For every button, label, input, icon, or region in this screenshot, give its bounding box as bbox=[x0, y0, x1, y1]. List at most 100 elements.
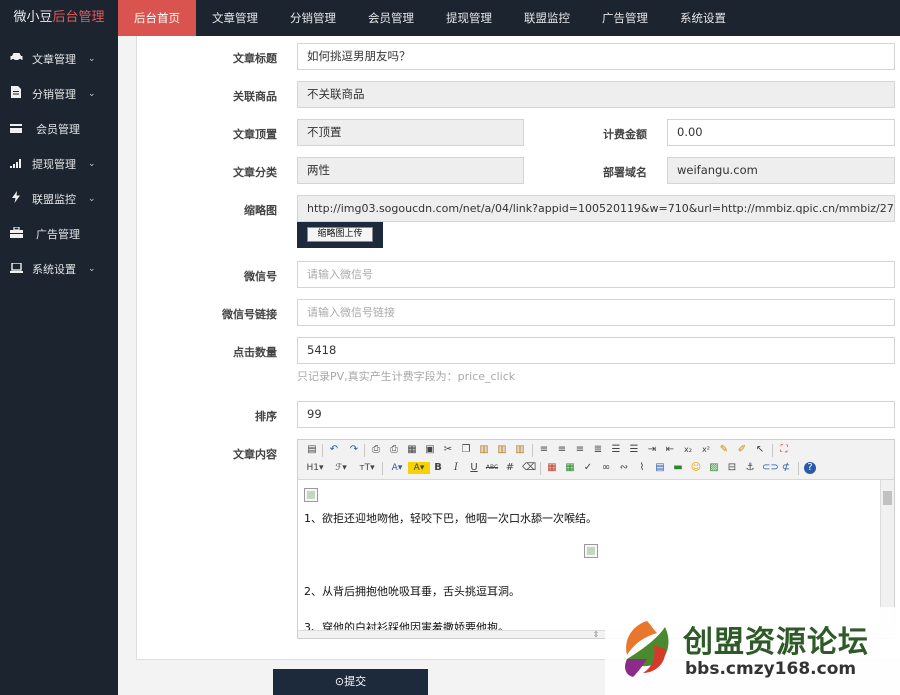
source-icon[interactable]: ▤ bbox=[306, 444, 318, 456]
scrollbar-thumb[interactable] bbox=[883, 491, 892, 505]
numbered-list-icon[interactable]: ☰ bbox=[610, 444, 622, 456]
attachment-icon[interactable]: ⌇ bbox=[636, 462, 648, 474]
bullet-list-icon[interactable]: ☰ bbox=[628, 444, 640, 456]
unlink-chain-icon[interactable]: ⊄ bbox=[780, 462, 792, 474]
chevron-down-icon: ⌄ bbox=[88, 264, 96, 274]
title-input[interactable]: 如何挑逗男朋友吗？ bbox=[297, 43, 895, 70]
thumb-upload-area: 缩略图上传 bbox=[297, 222, 383, 248]
topnav-withdraw[interactable]: 提现管理 bbox=[430, 0, 508, 36]
highlight-color-icon[interactable]: A▾ bbox=[408, 462, 430, 474]
topnav-distribution[interactable]: 分销管理 bbox=[274, 0, 352, 36]
signal-bars-icon bbox=[9, 147, 23, 182]
sidebar-item-distribution[interactable]: 分销管理 ⌄ bbox=[0, 77, 118, 112]
format-painter-icon[interactable]: ✐ bbox=[736, 444, 748, 456]
eraser-icon[interactable]: ⌫ bbox=[522, 462, 536, 474]
align-center-icon[interactable]: ≡ bbox=[556, 444, 568, 456]
topnav-home[interactable]: 后台首页 bbox=[118, 0, 196, 36]
wechat-link-input[interactable]: 请输入微信号链接 bbox=[297, 299, 895, 326]
paste-word-icon[interactable]: ▥ bbox=[514, 444, 526, 456]
link-icon[interactable]: ∞ bbox=[600, 462, 612, 474]
clicks-input[interactable]: 5418 bbox=[297, 337, 895, 364]
sort-input[interactable]: 99 bbox=[297, 401, 895, 428]
watermark: 创盟资源论坛 bbs.cmzy168.com bbox=[605, 607, 900, 695]
font-color-text: A bbox=[391, 463, 398, 473]
underline-icon[interactable]: U bbox=[468, 462, 480, 474]
fee-input[interactable]: 0.00 bbox=[667, 119, 895, 146]
wechat-input[interactable]: 请输入微信号 bbox=[297, 261, 895, 288]
sidebar-item-ads[interactable]: 广告管理 bbox=[0, 217, 118, 252]
sidebar-item-settings[interactable]: 系统设置 ⌄ bbox=[0, 252, 118, 287]
sidebar-item-label: 联盟监控 bbox=[32, 193, 76, 206]
topnav-ads[interactable]: 广告管理 bbox=[586, 0, 664, 36]
category-select[interactable]: 两性 bbox=[297, 157, 524, 184]
font-family-text: ℱ bbox=[335, 463, 343, 473]
undo-icon[interactable]: ↶ bbox=[328, 444, 340, 456]
chevron-down-icon: ⌄ bbox=[88, 159, 96, 169]
cut-icon[interactable]: ✂ bbox=[442, 444, 454, 456]
thumb-upload-button[interactable]: 缩略图上传 bbox=[307, 227, 373, 242]
insert-row-icon[interactable]: ▦ bbox=[546, 462, 558, 474]
indent-icon[interactable]: ⇥ bbox=[646, 444, 658, 456]
topnav-settings[interactable]: 系统设置 bbox=[664, 0, 742, 36]
watermark-logo-icon bbox=[625, 621, 669, 677]
submit-button[interactable]: ⊙提交 bbox=[273, 669, 428, 695]
sidebar-item-withdraw[interactable]: 提现管理 ⌄ bbox=[0, 147, 118, 182]
sidebar-item-alliance[interactable]: 联盟监控 ⌄ bbox=[0, 182, 118, 217]
preview-icon[interactable]: ⎙ bbox=[370, 444, 382, 456]
insert-col-icon[interactable]: ▦ bbox=[564, 462, 576, 474]
bold-icon[interactable]: B bbox=[432, 462, 444, 474]
link-chain-icon[interactable]: ⊂⊃ bbox=[762, 462, 779, 474]
superscript-icon[interactable]: x² bbox=[700, 444, 712, 456]
media-icon[interactable]: ▤ bbox=[654, 462, 666, 474]
article-form: 文章标题 如何挑逗男朋友吗？ 关联商品 不关联商品 文章顶置 不顶置 计费金额 … bbox=[136, 36, 900, 659]
font-color-icon[interactable]: A▾ bbox=[386, 462, 408, 474]
topnav-members[interactable]: 会员管理 bbox=[352, 0, 430, 36]
help-icon[interactable]: ? bbox=[804, 462, 816, 474]
picture-icon[interactable]: ▨ bbox=[708, 462, 720, 474]
content-label: 文章内容 bbox=[233, 448, 277, 461]
strikethrough-icon[interactable]: ABC bbox=[484, 462, 500, 474]
sidebar-item-members[interactable]: 会员管理 bbox=[0, 112, 118, 147]
thumb-url-input[interactable]: http://img03.sogoucdn.com/net/a/04/link?… bbox=[297, 195, 895, 222]
topnav-articles[interactable]: 文章管理 bbox=[196, 0, 274, 36]
heading-dropdown[interactable]: H1▾ bbox=[304, 462, 326, 474]
spell-check-icon[interactable]: ✓ bbox=[582, 462, 594, 474]
align-justify-icon[interactable]: ≣ bbox=[592, 444, 604, 456]
paste-text-icon[interactable]: ▥ bbox=[496, 444, 508, 456]
fullscreen-icon[interactable]: ⛶ bbox=[778, 444, 790, 456]
font-family-dropdown[interactable]: ℱ▾ bbox=[330, 462, 352, 474]
font-size-dropdown[interactable]: тT▾ bbox=[356, 462, 378, 474]
paste-icon[interactable]: ▥ bbox=[478, 444, 490, 456]
brand-logo[interactable]: 微小豆后台管理 bbox=[0, 0, 118, 36]
table-icon[interactable]: # bbox=[504, 462, 516, 474]
sidebar-item-articles[interactable]: 文章管理 ⌄ bbox=[0, 42, 118, 77]
emoticon-icon[interactable]: ☺ bbox=[690, 462, 702, 474]
broken-image-icon bbox=[304, 488, 318, 502]
outdent-icon[interactable]: ⇤ bbox=[664, 444, 676, 456]
editor-toolbar: ▤ ↶ ↷ ⎙ ⎙ ▦ ▣ ✂ ❐ ▥ ▥ ▥ ≡ ≡ ≡ ≣ ☰ ☰ ⇥ ⇤ … bbox=[298, 440, 894, 480]
product-select[interactable]: 不关联商品 bbox=[297, 81, 895, 108]
template-icon[interactable]: ▦ bbox=[406, 444, 418, 456]
pin-select[interactable]: 不顶置 bbox=[297, 119, 524, 146]
code-icon[interactable]: ▣ bbox=[424, 444, 436, 456]
domain-select[interactable]: weifangu.com bbox=[667, 157, 895, 184]
print-icon[interactable]: ⎙ bbox=[388, 444, 400, 456]
image-icon[interactable]: ▬ bbox=[672, 462, 684, 474]
top-bar: 微小豆后台管理 后台首页 文章管理 分销管理 会员管理 提现管理 联盟监控 广告… bbox=[0, 0, 900, 36]
laptop-icon bbox=[9, 252, 23, 287]
title-label: 文章标题 bbox=[233, 52, 277, 65]
subscript-icon[interactable]: x₂ bbox=[682, 444, 694, 456]
watermark-title: 创盟资源论坛 bbox=[683, 625, 869, 660]
page-break-icon[interactable]: ⊟ bbox=[726, 462, 738, 474]
italic-icon[interactable]: I bbox=[450, 462, 462, 474]
redo-icon[interactable]: ↷ bbox=[348, 444, 360, 456]
watermark-url: bbs.cmzy168.com bbox=[685, 659, 857, 679]
topnav-alliance[interactable]: 联盟监控 bbox=[508, 0, 586, 36]
align-right-icon[interactable]: ≡ bbox=[574, 444, 586, 456]
clear-format-icon[interactable]: ✎ bbox=[718, 444, 730, 456]
align-left-icon[interactable]: ≡ bbox=[538, 444, 550, 456]
unlink-icon[interactable]: ∾ bbox=[618, 462, 630, 474]
anchor-icon[interactable]: ⚓ bbox=[744, 462, 756, 474]
copy-icon[interactable]: ❐ bbox=[460, 444, 472, 456]
select-all-icon[interactable]: ↖ bbox=[754, 444, 766, 456]
